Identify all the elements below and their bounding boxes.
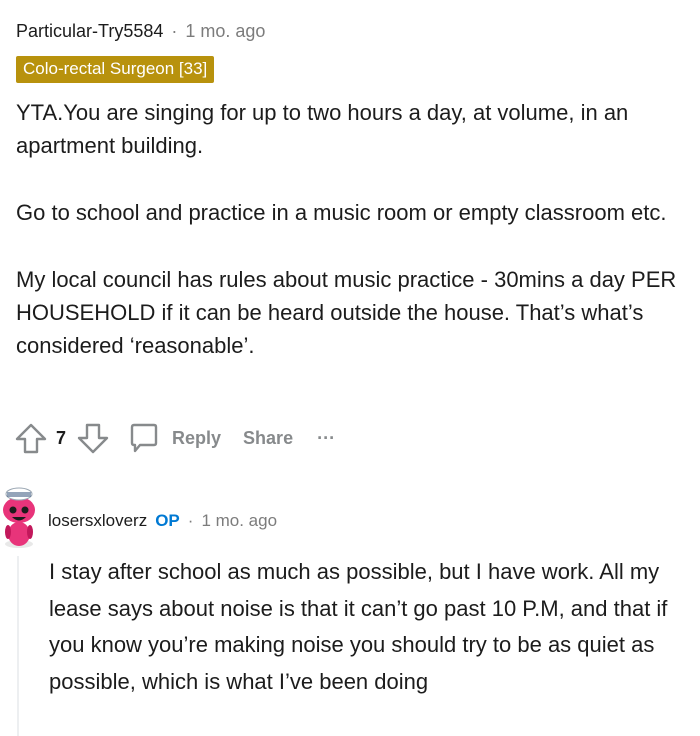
reply-label: Reply (172, 427, 222, 448)
upvote-arrow-icon[interactable] (14, 421, 48, 455)
speech-bubble-icon (128, 422, 160, 454)
share-button[interactable]: Share (243, 428, 293, 449)
comment-paragraph: Go to school and practice in a music roo… (16, 200, 667, 225)
op-badge: OP (155, 511, 180, 530)
meta-separator: · (187, 511, 194, 530)
thread-line[interactable] (17, 556, 19, 736)
snoo-avatar-icon[interactable] (0, 482, 38, 548)
user-flair: Colo-rectal Surgeon [33] (16, 56, 215, 83)
reply-button[interactable]: Reply (128, 422, 221, 454)
username-link[interactable]: losersxloverz (48, 511, 147, 531)
vote-count: 7 (56, 427, 67, 448)
username-link[interactable]: Particular-Try5584 (16, 21, 163, 42)
timestamp[interactable]: 1 mo. ago (185, 21, 265, 42)
timestamp[interactable]: 1 mo. ago (201, 511, 277, 531)
comment-meta: Particular-Try5584 · 1 mo. ago (16, 16, 686, 46)
comment-body: I stay after school as much as possible,… (49, 554, 689, 700)
comment-parent: Particular-Try5584 · 1 mo. ago Colo-rect… (16, 16, 686, 362)
more-options-button[interactable]: ··· (317, 428, 335, 449)
meta-separator: · (171, 20, 178, 41)
comment-paragraph: My local council has rules about music p… (16, 267, 677, 358)
comment-paragraph: YTA.You are singing for up to two hours … (16, 100, 629, 158)
downvote-arrow-icon[interactable] (76, 421, 110, 455)
comment-action-bar: 7 Reply Share ··· (14, 420, 335, 456)
comment-paragraph: I stay after school as much as possible,… (49, 559, 668, 694)
comment-meta: losersxloverz OP · 1 mo. ago (48, 508, 277, 534)
